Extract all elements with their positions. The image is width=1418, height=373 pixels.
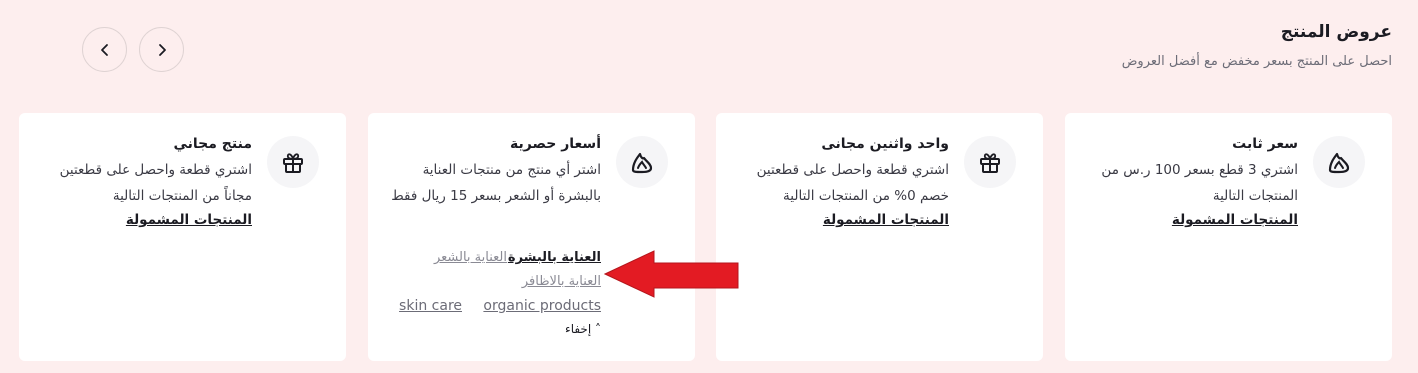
chevron-right-icon <box>158 43 166 56</box>
offer-description: اشتري قطعة واحصل على قطعتين مجاناً من ال… <box>59 162 252 204</box>
chevron-left-icon <box>100 43 108 56</box>
page-title: عروض المنتج <box>1280 22 1392 42</box>
offer-card-fixed-price: سعر ثابت اشتري 3 قطع بسعر 100 ر.س من الم… <box>1065 113 1392 361</box>
included-products-link[interactable]: المنتجات المشمولة <box>1172 209 1298 231</box>
tag-nail-care[interactable]: العناية بالاظافر <box>522 274 601 289</box>
hide-label: إخفاء <box>565 322 592 336</box>
offer-card-buy-one-get-two: واحد واثنين مجانى اشتري قطعة واحصل على ق… <box>716 113 1043 361</box>
offer-title: سعر ثابت <box>1232 136 1298 152</box>
offer-icon-badge <box>964 136 1016 188</box>
offer-icon-badge <box>1313 136 1365 188</box>
tag-skin-care-en[interactable]: skin care <box>399 298 462 314</box>
tag-skin-care-ar[interactable]: العناية بالبشرة <box>508 250 601 265</box>
carousel-prev-button[interactable] <box>82 27 127 72</box>
annotation-arrow-icon <box>604 250 739 298</box>
offer-title: واحد واثنين مجانى <box>821 136 949 152</box>
carousel-next-button[interactable] <box>139 27 184 72</box>
brand-logo-icon <box>631 152 653 174</box>
included-products-link[interactable]: المنتجات المشمولة <box>126 209 252 231</box>
tag-organic-products[interactable]: organic products <box>483 298 601 314</box>
offer-card-free-product: منتج مجاني اشتري قطعة واحصل على قطعتين م… <box>19 113 346 361</box>
offer-card-exclusive-prices: أسعار حصرية اشتر أي منتج من منتجات العنا… <box>368 113 695 361</box>
offer-icon-badge <box>267 136 319 188</box>
offer-description: اشتري 3 قطع بسعر 100 ر.س من المنتجات الت… <box>1101 162 1298 204</box>
gift-icon <box>980 153 1000 173</box>
brand-logo-icon <box>1328 152 1350 174</box>
offer-icon-badge <box>616 136 668 188</box>
page-subtitle: احصل على المنتج بسعر مخفض مع أفضل العروض <box>1121 54 1392 69</box>
hide-tags-toggle[interactable]: ˄ إخفاء <box>565 322 601 336</box>
included-products-link[interactable]: المنتجات المشمولة <box>823 209 949 231</box>
gift-icon <box>283 153 303 173</box>
section-header: عروض المنتج احصل على المنتج بسعر مخفض مع… <box>1122 22 1392 69</box>
offer-description: اشتر أي منتج من منتجات العناية بالبشرة أ… <box>391 162 601 204</box>
offer-description: اشتري قطعة واحصل على قطعتين خصم 0% من ال… <box>756 162 949 204</box>
offer-title: منتج مجاني <box>173 136 253 152</box>
chevron-up-icon: ˄ <box>595 322 601 336</box>
tag-hair-care[interactable]: العناية بالشعر <box>434 250 507 265</box>
offer-title: أسعار حصرية <box>510 136 601 152</box>
